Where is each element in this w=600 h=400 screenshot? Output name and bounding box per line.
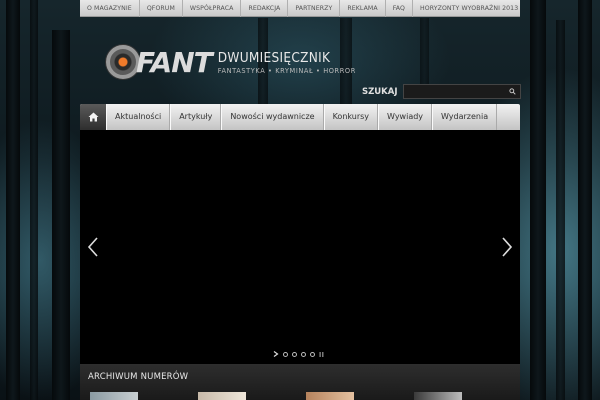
issue-cover[interactable] xyxy=(414,392,462,400)
top-nav-wspolpraca[interactable]: WSPÓŁPRACA xyxy=(183,0,242,17)
home-button[interactable] xyxy=(80,104,106,130)
logo-line1: DWUMIESIĘCZNIK xyxy=(217,49,331,66)
search-label: SZUKAJ xyxy=(362,86,398,97)
nav-nowosci-wydawnicze[interactable]: Nowości wydawnicze xyxy=(221,104,324,130)
nav-artykuly[interactable]: Artykuły xyxy=(170,104,222,130)
top-nav-faq[interactable]: FAQ xyxy=(386,0,413,17)
search-input[interactable] xyxy=(403,91,520,105)
slider-dot[interactable] xyxy=(283,351,288,357)
top-nav-qforum[interactable]: QFORUM xyxy=(140,0,183,17)
featured-slider xyxy=(80,130,520,364)
main-nav: Aktualności Artykuły Nowości wydawnicze … xyxy=(80,104,520,130)
issues-archive: ARCHIWUM NUMERÓW xyxy=(80,364,520,400)
top-nav-o-magazynie[interactable]: O MAGAZYNIE xyxy=(80,0,140,17)
search-icon[interactable] xyxy=(508,88,516,95)
issue-cover[interactable] xyxy=(198,392,246,400)
site-logo[interactable]: FANT DWUMIESIĘCZNIK FANTASTYKA • KRYMINA… xyxy=(106,40,356,84)
search-box xyxy=(402,84,521,105)
top-nav-partnerzy[interactable]: PARTNERZY xyxy=(288,0,341,17)
play-icon[interactable] xyxy=(273,351,279,357)
home-icon xyxy=(88,112,98,122)
nav-aktualnosci[interactable]: Aktualności xyxy=(106,104,171,130)
slider-dot[interactable] xyxy=(292,351,297,357)
top-nav-redakcja[interactable]: REDAKCJA xyxy=(241,0,289,17)
issue-cover[interactable] xyxy=(90,392,138,400)
issue-cover[interactable] xyxy=(306,392,354,400)
chevron-left-icon[interactable] xyxy=(87,237,99,257)
top-nav: O MAGAZYNIE QFORUM WSPÓŁPRACA REDAKCJA P… xyxy=(80,0,520,17)
archive-title: ARCHIWUM NUMERÓW xyxy=(88,372,189,382)
slider-dot[interactable] xyxy=(301,351,306,357)
search-bar: SZUKAJ xyxy=(362,84,521,105)
pause-icon[interactable] xyxy=(319,351,324,357)
nav-wydarzenia[interactable]: Wydarzenia xyxy=(432,104,498,130)
top-nav-horyzonty[interactable]: HORYZONTY WYOBRAŹNI 2013 xyxy=(413,0,525,17)
logo-ring-icon xyxy=(106,45,140,79)
logo-tagline: DWUMIESIĘCZNIK FANTASTYKA • KRYMINAŁ • H… xyxy=(218,50,356,75)
slider-dot[interactable] xyxy=(310,351,315,357)
nav-wywiady[interactable]: Wywiady xyxy=(378,104,433,130)
chevron-right-icon[interactable] xyxy=(501,237,513,257)
nav-konkursy[interactable]: Konkursy xyxy=(323,104,379,130)
slider-controls xyxy=(273,351,324,357)
logo-line2: FANTASTYKA • KRYMINAŁ • HORROR xyxy=(217,66,356,75)
top-nav-reklama[interactable]: REKLAMA xyxy=(340,0,386,17)
logo-word: FANT xyxy=(136,45,213,79)
